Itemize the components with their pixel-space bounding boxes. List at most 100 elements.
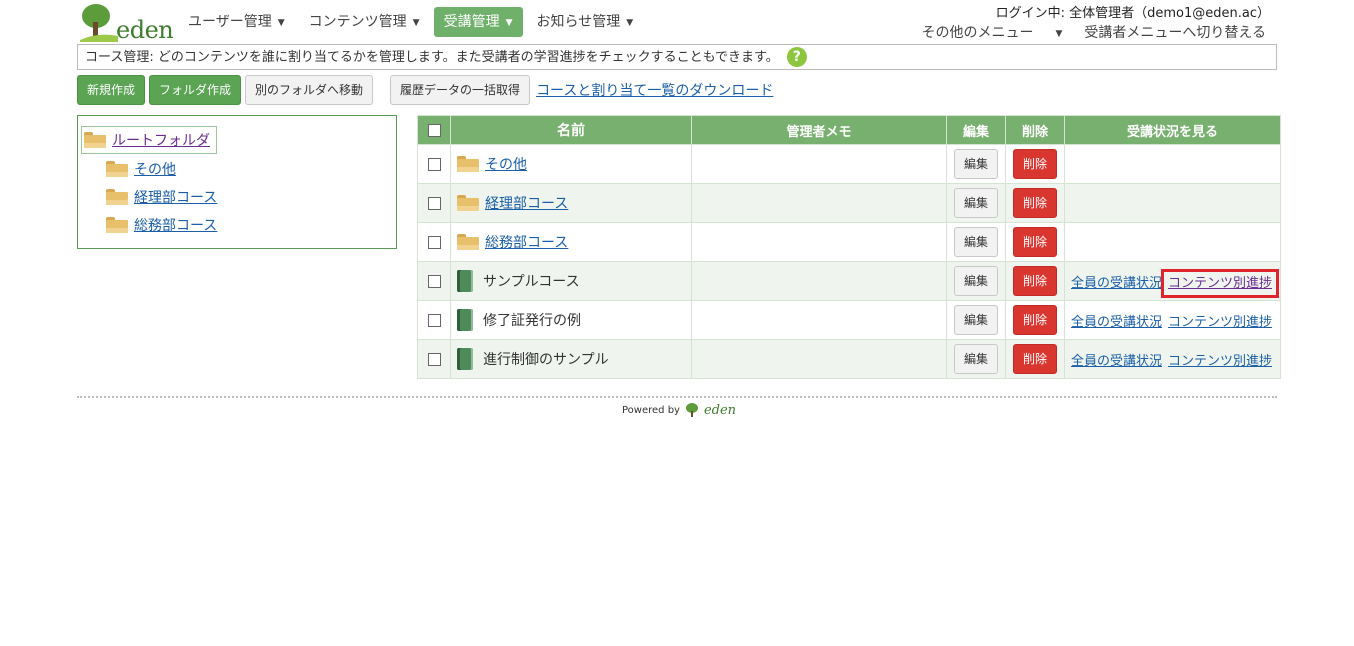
bulk-history-button[interactable]: 履歴データの一括取得: [390, 75, 531, 105]
row-status-cell: [1064, 222, 1281, 262]
row-memo-cell: [691, 261, 947, 301]
other-menu-dropdown[interactable]: その他のメニュー ▼: [899, 22, 1062, 42]
powered-logo-text: eden: [703, 402, 737, 418]
other-menu-label: その他のメニュー: [921, 25, 1034, 41]
nav-label: コンテンツ管理: [308, 14, 407, 30]
caret-down-icon: ▼: [277, 18, 285, 28]
edit-button[interactable]: 編集: [953, 188, 998, 218]
folder-icon: [457, 234, 479, 250]
row-memo-cell: [691, 339, 947, 379]
row-name-cell: 進行制御のサンプル: [450, 339, 692, 379]
folder-icon: [106, 189, 128, 205]
row-status-cell: 全員の受講状況 コンテンツ別進捗: [1064, 261, 1281, 301]
table-row: サンプルコース 編集 削除 全員の受講状況 コンテンツ別進捗: [417, 261, 1281, 301]
folder-icon: [106, 217, 128, 233]
content-progress-link[interactable]: コンテンツ別進捗: [1168, 354, 1272, 369]
header-name: 名前: [450, 115, 692, 145]
nav-content-management[interactable]: コンテンツ管理 ▼: [299, 7, 430, 37]
caret-down-icon: ▼: [626, 18, 634, 28]
row-checkbox[interactable]: [427, 235, 441, 249]
folder-link[interactable]: 総務部コース: [485, 232, 568, 252]
row-memo-cell: [691, 144, 947, 184]
row-checkbox[interactable]: [427, 313, 441, 327]
row-delete-cell: 削除: [1005, 261, 1065, 301]
tree-item-link[interactable]: 総務部コース: [134, 215, 217, 235]
row-status-cell: [1064, 144, 1281, 184]
tree-logo-icon: [685, 403, 698, 417]
main-nav: ユーザー管理 ▼ コンテンツ管理 ▼ 受講管理 ▼ お知らせ管理 ▼: [178, 7, 647, 37]
eden-logo[interactable]: eden: [78, 2, 174, 44]
edit-button[interactable]: 編集: [953, 305, 998, 335]
info-bar: コース管理: どのコンテンツを誰に割り当てるかを管理します。また受講者の学習進捗…: [77, 44, 1277, 70]
row-check-cell: [417, 183, 451, 223]
nav-notice-management[interactable]: お知らせ管理 ▼: [527, 7, 644, 37]
row-checkbox[interactable]: [427, 196, 441, 210]
tree-root-link[interactable]: ルートフォルダ: [112, 130, 210, 150]
table-row: 進行制御のサンプル 編集 削除 全員の受講状況 コンテンツ別進捗: [417, 339, 1281, 379]
tree-root-folder[interactable]: ルートフォルダ: [81, 126, 217, 154]
new-folder-button[interactable]: フォルダ作成: [149, 75, 242, 105]
tree-item-other[interactable]: その他: [106, 159, 176, 179]
content-progress-link[interactable]: コンテンツ別進捗: [1161, 268, 1280, 298]
nav-course-management[interactable]: 受講管理 ▼: [433, 7, 523, 37]
download-list-link[interactable]: コースと割り当て一覧のダウンロード: [536, 80, 773, 100]
row-checkbox[interactable]: [427, 352, 441, 366]
edit-button[interactable]: 編集: [953, 266, 998, 296]
row-memo-cell: [691, 300, 947, 340]
folder-icon: [84, 132, 106, 148]
folder-icon: [457, 156, 479, 172]
delete-button[interactable]: 削除: [1012, 305, 1057, 335]
switch-to-learner-menu-link[interactable]: 受講者メニューへ切り替える: [1084, 22, 1266, 42]
row-name-cell: 修了証発行の例: [450, 300, 692, 340]
row-checkbox[interactable]: [427, 274, 441, 288]
tree-item-general-affairs[interactable]: 総務部コース: [106, 215, 217, 235]
header-edit: 編集: [946, 115, 1006, 145]
row-edit-cell: 編集: [946, 144, 1006, 184]
all-status-link[interactable]: 全員の受講状況: [1071, 276, 1162, 291]
header-status: 受講状況を見る: [1064, 115, 1281, 145]
select-all-checkbox[interactable]: [427, 123, 441, 137]
help-icon[interactable]: ?: [786, 46, 807, 67]
table-row: その他 編集 削除: [417, 144, 1281, 184]
right-menu: その他のメニュー ▼ 受講者メニューへ切り替える: [877, 22, 1266, 42]
delete-button[interactable]: 削除: [1012, 227, 1057, 257]
row-name-cell: サンプルコース: [450, 261, 692, 301]
edit-button[interactable]: 編集: [953, 344, 998, 374]
all-status-link[interactable]: 全員の受講状況: [1071, 354, 1162, 369]
all-status-link[interactable]: 全員の受講状況: [1071, 315, 1162, 330]
nav-user-management[interactable]: ユーザー管理 ▼: [178, 7, 295, 37]
edit-button[interactable]: 編集: [953, 149, 998, 179]
tree-item-link[interactable]: その他: [134, 159, 176, 179]
select-all-header: [417, 115, 451, 145]
delete-button[interactable]: 削除: [1012, 149, 1057, 179]
move-folder-button[interactable]: 別のフォルダへ移動: [245, 75, 374, 105]
row-checkbox[interactable]: [427, 157, 441, 171]
caret-down-icon: ▼: [505, 18, 513, 28]
info-text: コース管理: どのコンテンツを誰に割り当てるかを管理します。また受講者の学習進捗…: [85, 50, 779, 65]
edit-button[interactable]: 編集: [953, 227, 998, 257]
tree-logo-icon: [80, 4, 118, 42]
row-name-cell: その他: [450, 144, 692, 184]
folder-link[interactable]: その他: [485, 154, 527, 174]
row-name-cell: 総務部コース: [450, 222, 692, 262]
powered-by: Powered by eden: [622, 402, 736, 418]
folder-tree: ルートフォルダ その他 経理部コース 総務部コース: [77, 115, 397, 249]
course-name: 進行制御のサンプル: [483, 352, 609, 368]
folder-link[interactable]: 経理部コース: [485, 193, 568, 213]
course-book-icon: [457, 309, 473, 331]
content-progress-link[interactable]: コンテンツ別進捗: [1168, 315, 1272, 330]
delete-button[interactable]: 削除: [1012, 344, 1057, 374]
folder-icon: [457, 195, 479, 211]
tree-item-accounting[interactable]: 経理部コース: [106, 187, 217, 207]
tree-item-link[interactable]: 経理部コース: [134, 187, 217, 207]
folder-icon: [106, 161, 128, 177]
row-status-cell: 全員の受講状況 コンテンツ別進捗: [1064, 339, 1281, 379]
delete-button[interactable]: 削除: [1012, 266, 1057, 296]
row-check-cell: [417, 300, 451, 340]
nav-label: 受講管理: [443, 14, 500, 30]
row-memo-cell: [691, 222, 947, 262]
nav-label: ユーザー管理: [188, 14, 272, 30]
delete-button[interactable]: 削除: [1012, 188, 1057, 218]
new-button[interactable]: 新規作成: [77, 75, 146, 105]
row-check-cell: [417, 222, 451, 262]
